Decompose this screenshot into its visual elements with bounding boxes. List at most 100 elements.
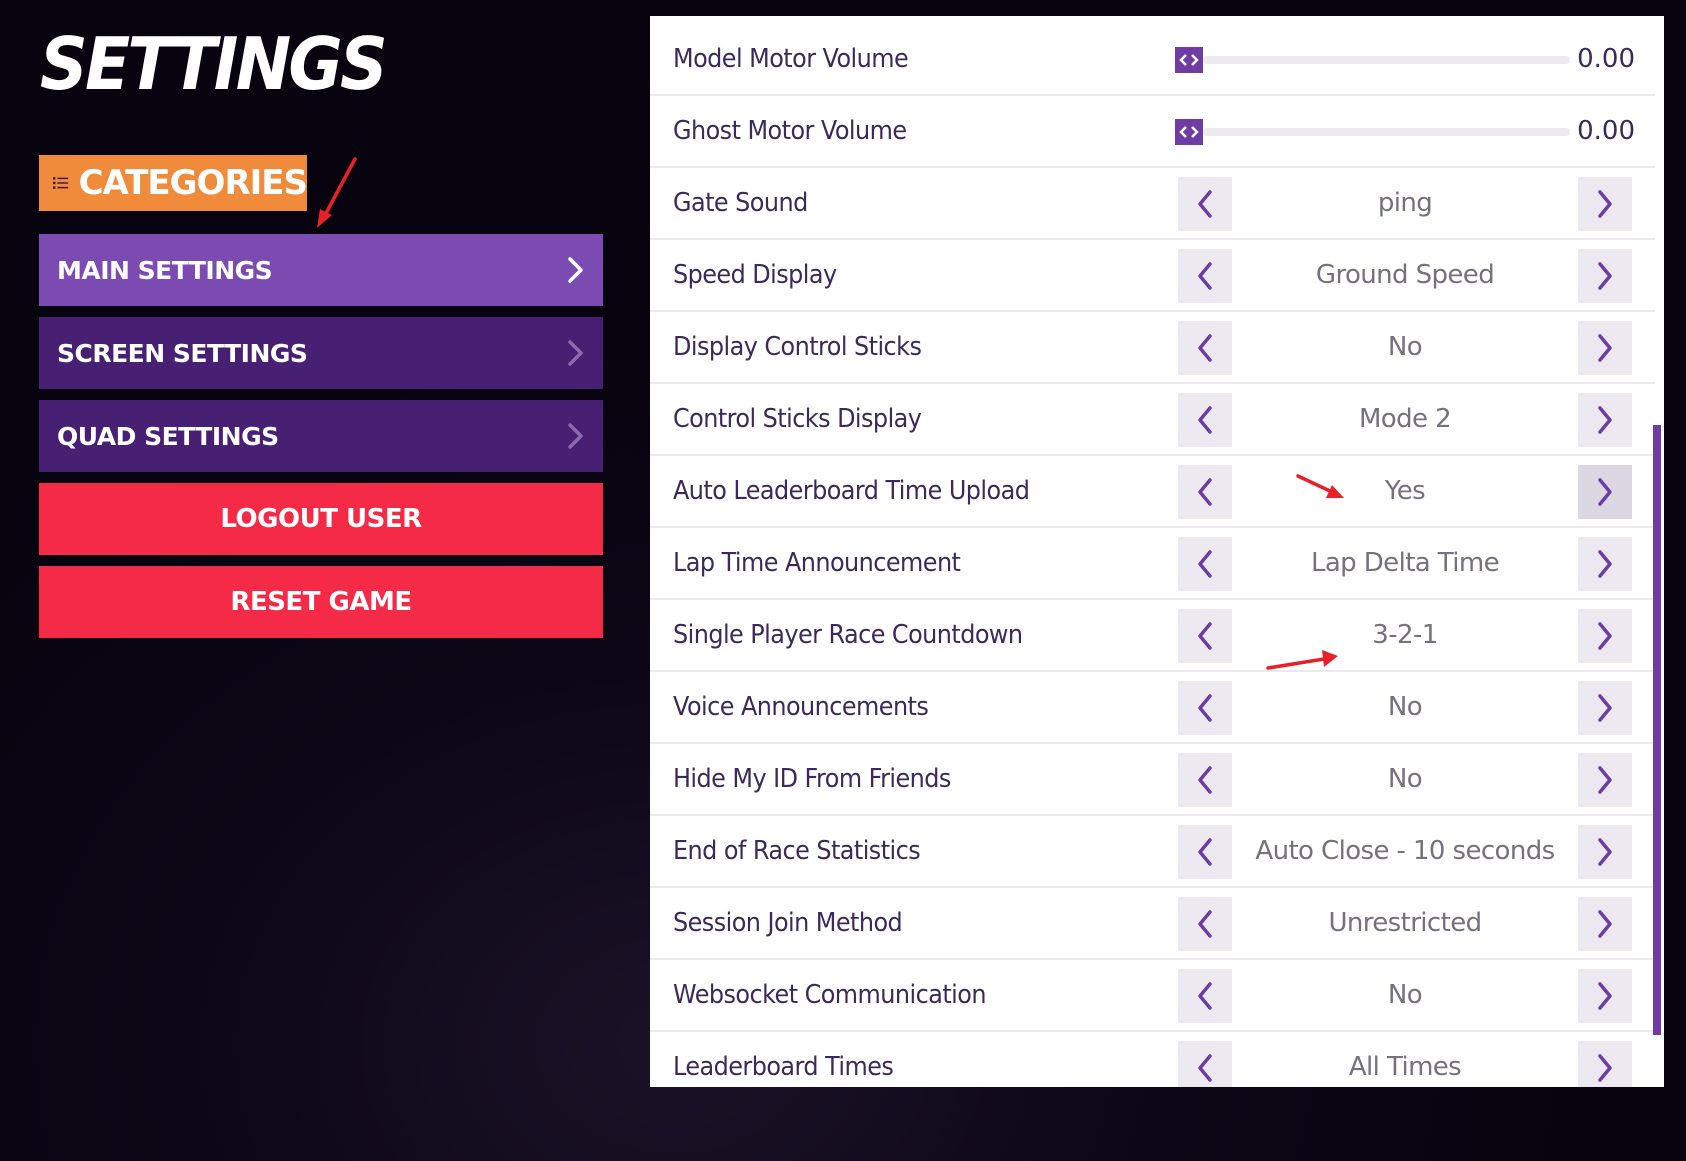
chevron-left-icon (1198, 694, 1212, 722)
setting-label: Speed Display (673, 260, 837, 290)
prev-option-button[interactable] (1178, 177, 1232, 231)
setting-label: Model Motor Volume (673, 44, 909, 74)
setting-label: Voice Announcements (673, 692, 929, 722)
setting-value: All Times (1348, 1052, 1462, 1082)
reset-label: RESET GAME (230, 587, 412, 617)
next-option-button[interactable] (1578, 465, 1632, 519)
next-option-button[interactable] (1578, 969, 1632, 1023)
setting-label: End of Race Statistics (673, 836, 921, 866)
annotation-arrow (1266, 650, 1338, 670)
reset-game-button[interactable]: RESET GAME (39, 566, 603, 638)
next-option-button[interactable] (1578, 537, 1632, 591)
chevron-left-icon (1198, 982, 1212, 1010)
volume-slider-track[interactable] (1203, 128, 1570, 136)
next-option-button[interactable] (1578, 897, 1632, 951)
prev-option-button[interactable] (1178, 609, 1232, 663)
next-option-button[interactable] (1578, 321, 1632, 375)
logout-label: LOGOUT USER (220, 504, 422, 534)
option-row-hide-my-id-from-friends: Hide My ID From Friends No (650, 744, 1655, 816)
chevron-right-icon (1598, 622, 1612, 650)
volume-slider-track[interactable] (1203, 56, 1570, 64)
menu-item-label: QUAD SETTINGS (57, 421, 279, 451)
menu-quad-settings[interactable]: QUAD SETTINGS (39, 400, 603, 472)
next-option-button[interactable] (1578, 753, 1632, 807)
next-option-button[interactable] (1578, 393, 1632, 447)
categories-badge: CATEGORIES (39, 155, 308, 211)
slider-handle[interactable] (1175, 119, 1203, 145)
chevron-left-icon (1198, 550, 1212, 578)
next-option-button[interactable] (1578, 249, 1632, 303)
next-option-button[interactable] (1578, 681, 1632, 735)
chevron-left-icon (1198, 262, 1212, 290)
drag-arrows-icon (1179, 126, 1199, 138)
chevron-right-icon (568, 340, 583, 366)
setting-label: Session Join Method (673, 908, 903, 938)
prev-option-button[interactable] (1178, 681, 1232, 735)
setting-value: No (1387, 332, 1423, 362)
chevron-left-icon (1198, 838, 1212, 866)
menu-item-label: SCREEN SETTINGS (57, 338, 308, 368)
setting-label: Websocket Communication (673, 980, 986, 1010)
chevron-right-icon (1598, 550, 1612, 578)
chevron-left-icon (1198, 406, 1212, 434)
drag-arrows-icon (1179, 54, 1199, 66)
setting-value: ping (1377, 188, 1433, 218)
page-title: SETTINGS (40, 22, 388, 106)
list-icon (53, 177, 69, 189)
setting-value: Auto Close - 10 seconds (1255, 836, 1555, 866)
chevron-left-icon (1198, 334, 1212, 362)
slider-handle[interactable] (1175, 47, 1203, 73)
prev-option-button[interactable] (1178, 321, 1232, 375)
option-row-end-of-race-statistics: End of Race Statistics Auto Close - 10 se… (650, 816, 1655, 888)
chevron-right-icon (1598, 910, 1612, 938)
setting-label: Hide My ID From Friends (673, 764, 951, 794)
option-row-speed-display: Speed Display Ground Speed (650, 240, 1655, 312)
setting-label: Leaderboard Times (673, 1052, 894, 1082)
prev-option-button[interactable] (1178, 753, 1232, 807)
annotation-arrow (317, 157, 357, 228)
chevron-right-icon (568, 257, 583, 283)
logout-user-button[interactable]: LOGOUT USER (39, 483, 603, 555)
option-row-gate-sound: Gate Sound ping (650, 168, 1655, 240)
prev-option-button[interactable] (1178, 1041, 1232, 1087)
chevron-left-icon (1198, 1054, 1212, 1082)
slider-value: 0.00 (1577, 44, 1635, 74)
option-row-auto-leaderboard-time-upload: Auto Leaderboard Time Upload Yes (650, 456, 1655, 528)
scrollbar-thumb[interactable] (1653, 425, 1661, 1035)
settings-panel: Model Motor Volume 0.00 Ghost Motor Volu… (650, 16, 1664, 1087)
chevron-right-icon (1598, 1054, 1612, 1082)
setting-value: Yes (1384, 476, 1426, 506)
next-option-button[interactable] (1578, 609, 1632, 663)
slider-row-ghost-motor-volume: Ghost Motor Volume 0.00 (650, 96, 1655, 168)
chevron-right-icon (1598, 694, 1612, 722)
slider-row-model-motor-volume: Model Motor Volume 0.00 (650, 24, 1655, 96)
option-row-leaderboard-times: Leaderboard Times All Times (650, 1032, 1655, 1087)
chevron-left-icon (1198, 910, 1212, 938)
setting-value: Ground Speed (1315, 260, 1495, 290)
next-option-button[interactable] (1578, 1041, 1632, 1087)
chevron-left-icon (1198, 766, 1212, 794)
prev-option-button[interactable] (1178, 249, 1232, 303)
prev-option-button[interactable] (1178, 897, 1232, 951)
setting-value: Unrestricted (1328, 908, 1482, 938)
prev-option-button[interactable] (1178, 969, 1232, 1023)
prev-option-button[interactable] (1178, 465, 1232, 519)
chevron-right-icon (1598, 262, 1612, 290)
setting-label: Single Player Race Countdown (673, 620, 1023, 650)
option-row-display-control-sticks: Display Control Sticks No (650, 312, 1655, 384)
menu-main-settings[interactable]: MAIN SETTINGS (39, 234, 603, 306)
chevron-left-icon (1198, 478, 1212, 506)
prev-option-button[interactable] (1178, 537, 1232, 591)
setting-label: Auto Leaderboard Time Upload (673, 476, 1030, 506)
setting-label: Gate Sound (673, 188, 808, 218)
option-row-control-sticks-display: Control Sticks Display Mode 2 (650, 384, 1655, 456)
option-row-single-player-race-countdown: Single Player Race Countdown 3-2-1 (650, 600, 1655, 672)
next-option-button[interactable] (1578, 825, 1632, 879)
menu-screen-settings[interactable]: SCREEN SETTINGS (39, 317, 603, 389)
settings-list: Model Motor Volume 0.00 Ghost Motor Volu… (650, 24, 1655, 1087)
next-option-button[interactable] (1578, 177, 1632, 231)
chevron-right-icon (1598, 334, 1612, 362)
prev-option-button[interactable] (1178, 393, 1232, 447)
prev-option-button[interactable] (1178, 825, 1232, 879)
option-row-lap-time-announcement: Lap Time Announcement Lap Delta Time (650, 528, 1655, 600)
